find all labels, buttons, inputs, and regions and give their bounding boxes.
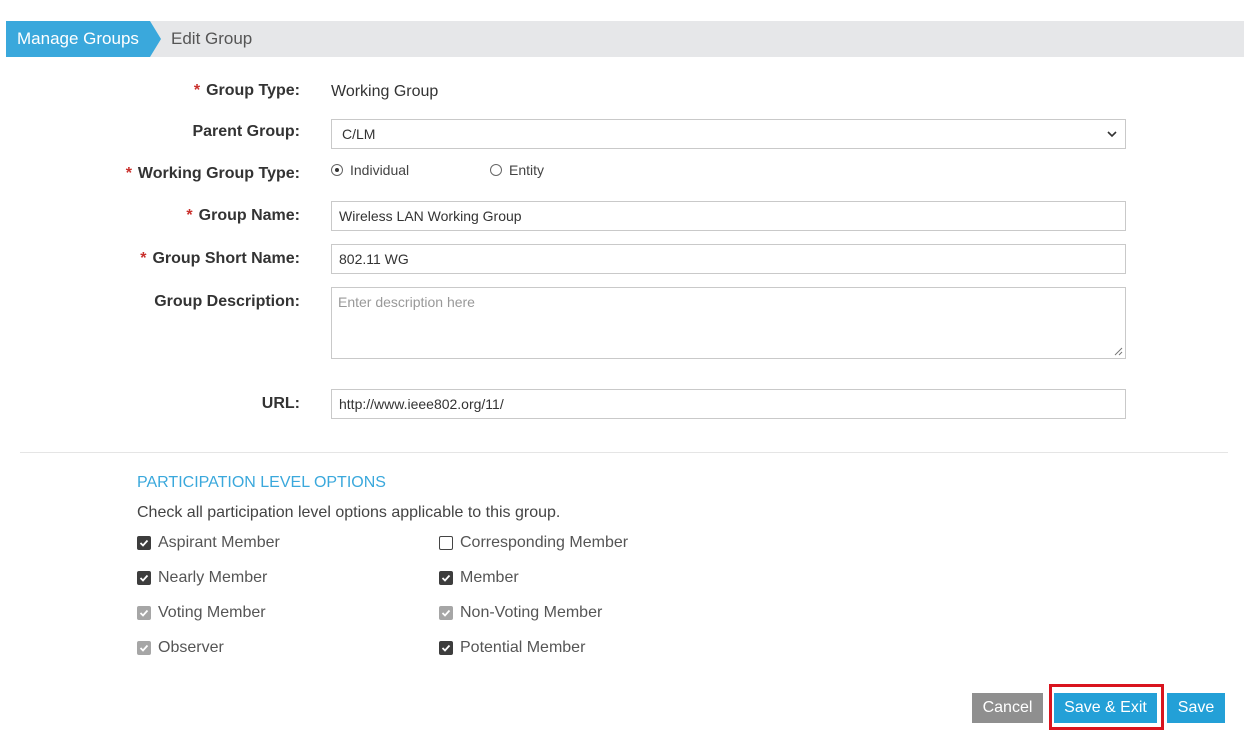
group-short-name-input[interactable]: 802.11 WG [331,244,1126,274]
checkbox-member[interactable]: Member [439,569,519,587]
checkbox-voting-member: Voting Member [137,604,266,622]
group-description-textarea[interactable]: Enter description here [331,287,1126,359]
group-short-name-label: * Group Short Name: [140,250,300,267]
url-input[interactable]: http://www.ieee802.org/11/ [331,389,1126,419]
checkbox-label: Member [460,569,519,586]
checkbox-label: Potential Member [460,639,586,656]
save-button[interactable]: Save [1167,693,1225,723]
checkbox-label: Aspirant Member [158,534,280,551]
required-marker: * [193,82,201,99]
group-type-value: Working Group [331,83,439,100]
checkbox-non-voting-member: Non-Voting Member [439,604,602,622]
chevron-down-icon [1107,131,1117,138]
checkbox-label: Corresponding Member [460,534,629,551]
participation-section-description: Check all participation level options ap… [137,504,561,521]
url-label: URL: [261,395,300,412]
checkbox-checked-icon[interactable] [137,536,151,550]
group-description-label: Group Description: [154,293,300,310]
radio-entity-label: Entity [509,162,545,178]
checkbox-label: Non-Voting Member [460,604,603,621]
checkbox-checked-icon[interactable] [439,571,453,585]
checkbox-checked-icon[interactable] [439,641,453,655]
parent-group-value: C/LM [342,126,376,142]
radio-individual-label: Individual [350,162,410,178]
group-description-placeholder: Enter description here [338,294,475,310]
radio-button-unchecked[interactable] [490,164,502,176]
radio-button-checked[interactable] [331,164,343,176]
checkbox-checked-icon[interactable] [137,571,151,585]
checkbox-checked-disabled-icon [439,606,453,620]
checkbox-nearly-member[interactable]: Nearly Member [137,569,267,587]
resize-grip-icon[interactable] [1114,347,1123,356]
section-divider [20,452,1228,453]
checkbox-checked-disabled-icon [137,606,151,620]
radio-individual[interactable]: Individual [331,162,409,178]
checkbox-checked-disabled-icon [137,641,151,655]
checkbox-label: Observer [158,639,224,656]
checkbox-observer: Observer [137,639,224,657]
participation-section-title: PARTICIPATION LEVEL OPTIONS [137,474,386,491]
checkbox-aspirant-member[interactable]: Aspirant Member [137,534,280,552]
group-name-label: * Group Name: [186,207,300,224]
required-marker: * [186,207,193,224]
group-type-label: * Group Type: [193,82,300,99]
group-name-input[interactable]: Wireless LAN Working Group [331,201,1126,231]
parent-group-label: Parent Group: [192,123,300,140]
required-marker: * [140,250,147,267]
parent-group-select[interactable]: C/LM [331,119,1126,149]
checkbox-corresponding-member[interactable]: Corresponding Member [439,534,628,552]
required-marker: * [125,165,132,182]
save-and-exit-button[interactable]: Save & Exit [1054,693,1157,723]
checkbox-potential-member[interactable]: Potential Member [439,639,585,657]
breadcrumb: Manage Groups Edit Group [6,21,1244,57]
breadcrumb-manage-groups[interactable]: Manage Groups [6,21,161,57]
breadcrumb-edit-group: Edit Group [171,29,253,48]
checkbox-label: Voting Member [158,604,266,621]
checkbox-label: Nearly Member [158,569,268,586]
cancel-button[interactable]: Cancel [972,693,1043,723]
working-group-type-label: * Working Group Type: [125,165,300,182]
checkbox-unchecked-icon[interactable] [439,536,453,550]
radio-entity[interactable]: Entity [490,162,544,178]
